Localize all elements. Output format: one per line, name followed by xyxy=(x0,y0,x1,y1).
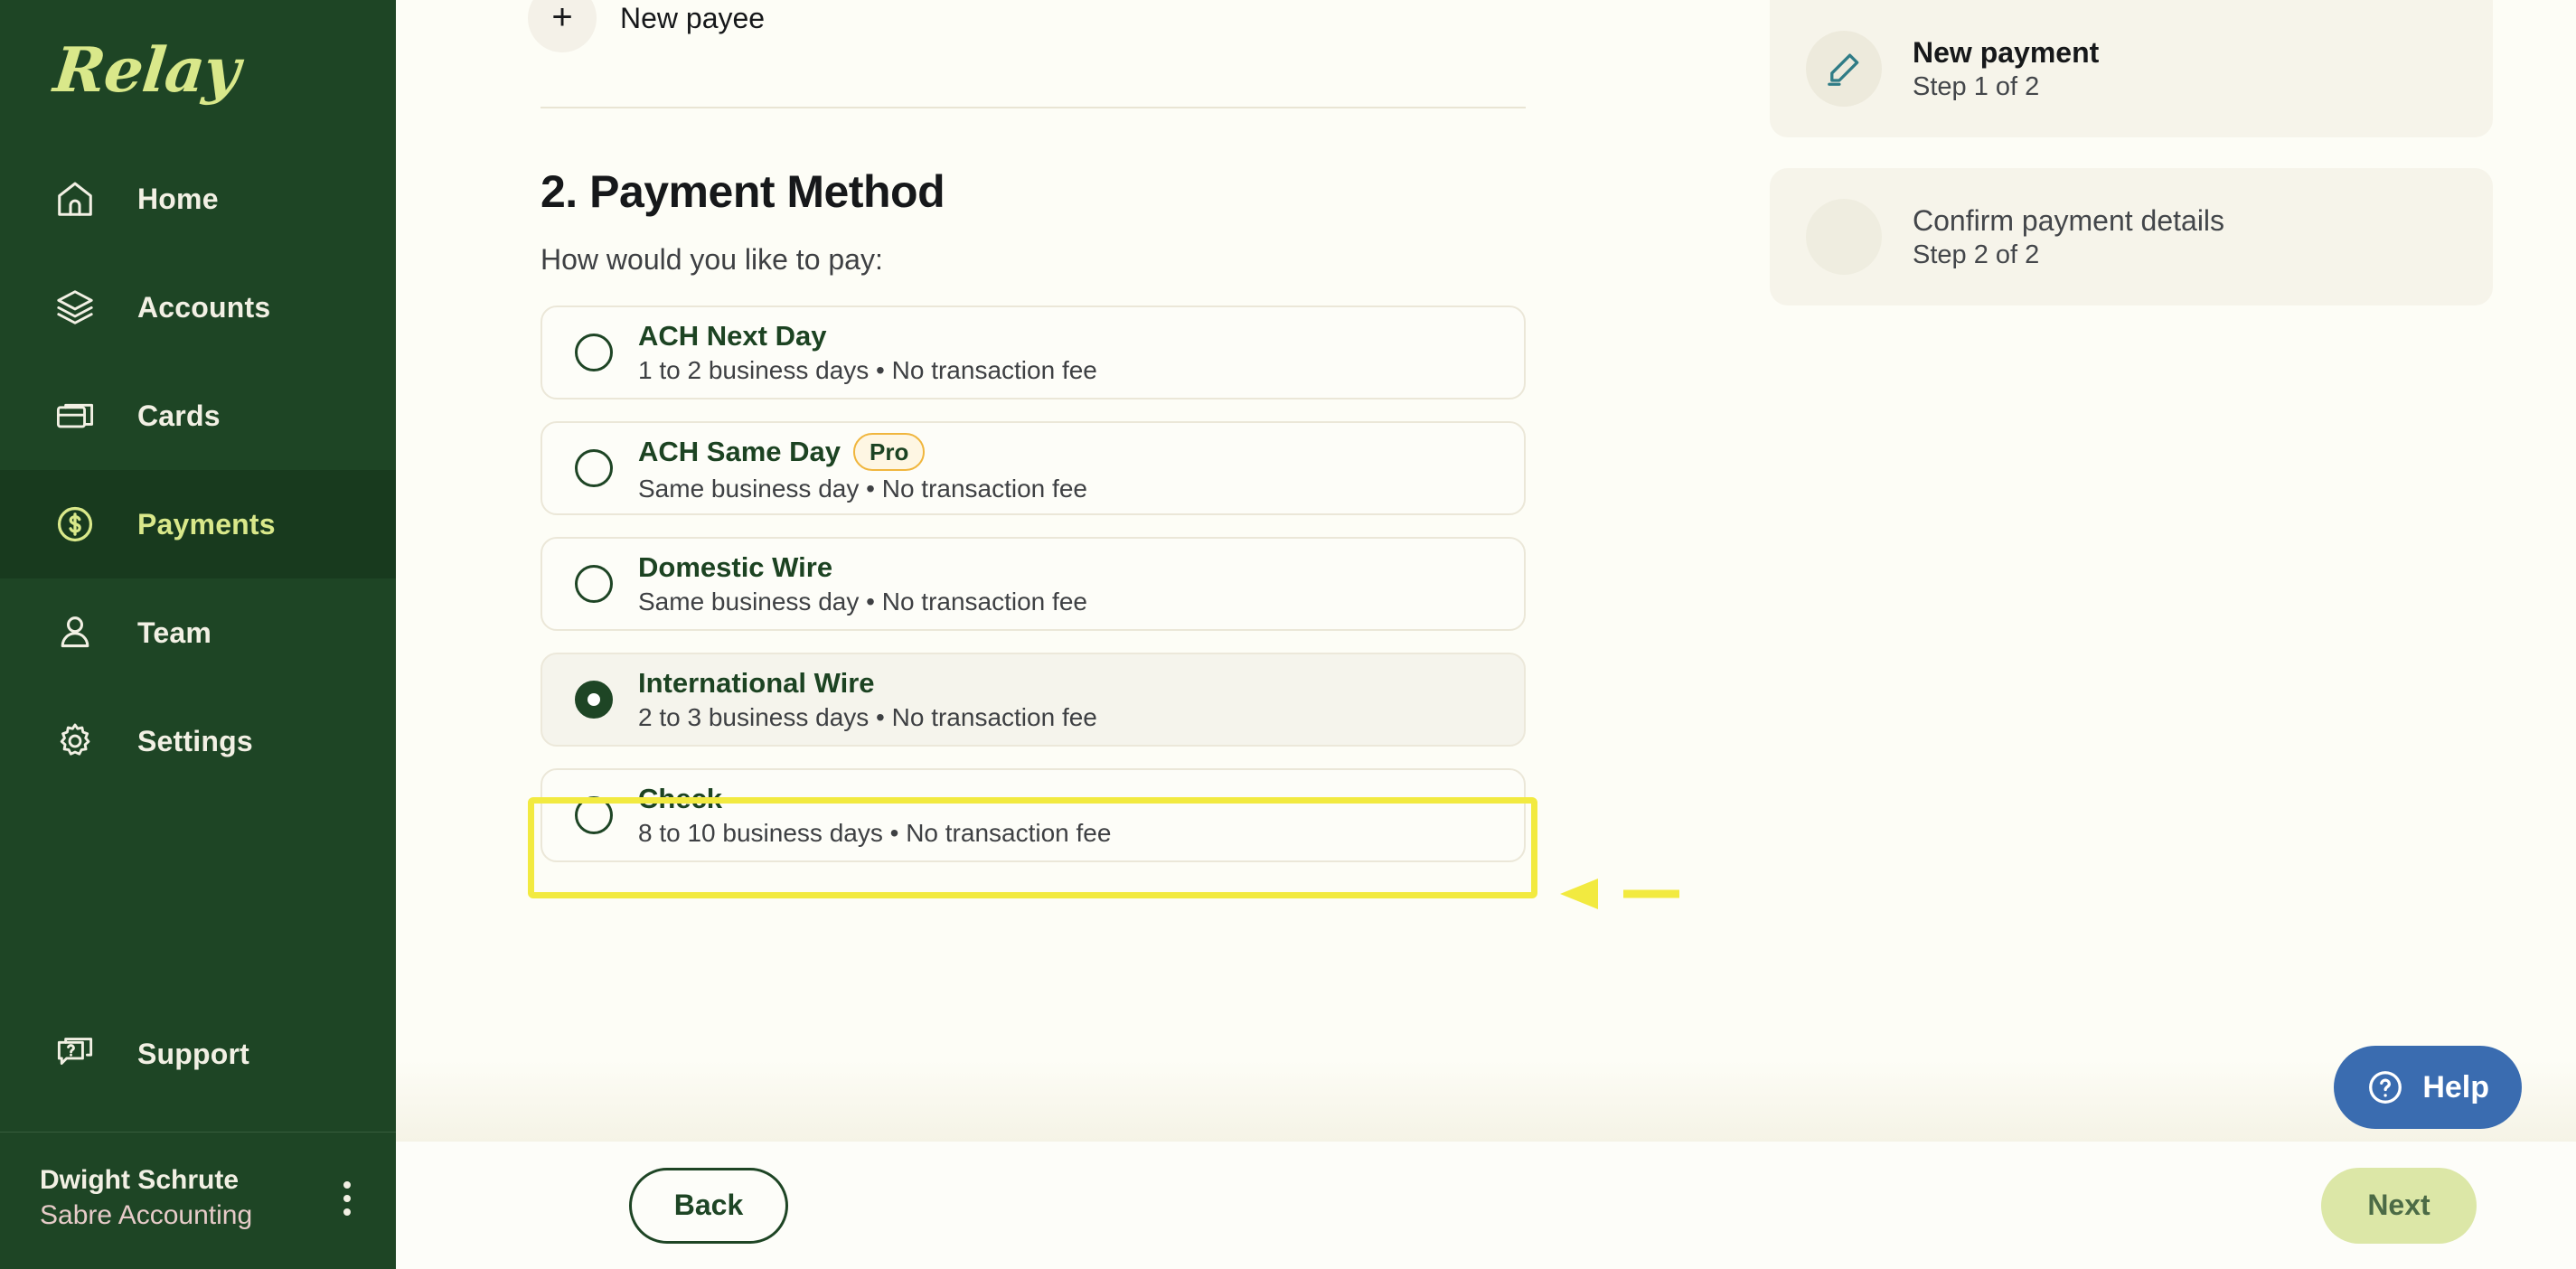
user-profile[interactable]: Dwight Schrute Sabre Accounting xyxy=(0,1133,396,1269)
payment-method-title-row: ACH Same Day Pro xyxy=(638,433,1087,471)
payment-method-subtitle: Same business day • No transaction fee xyxy=(638,475,1087,503)
payment-method-subtitle: Same business day • No transaction fee xyxy=(638,588,1087,616)
sidebar-item-accounts[interactable]: Accounts xyxy=(0,253,396,362)
sidebar-nav: Home Accounts Cards xyxy=(0,145,396,795)
sidebar-item-home[interactable]: Home xyxy=(0,145,396,253)
brand-logo-text: Relay xyxy=(51,40,241,101)
new-payee-button[interactable]: + New payee xyxy=(541,0,920,49)
sidebar-item-label: Payments xyxy=(137,508,276,541)
help-chat-icon xyxy=(54,1033,96,1075)
step-card-confirm-payment-details[interactable]: Confirm payment details Step 2 of 2 xyxy=(1770,168,2493,306)
sidebar-item-label: Settings xyxy=(137,725,253,758)
sidebar-item-label: Team xyxy=(137,616,212,650)
step-card-new-payment[interactable]: New payment Step 1 of 2 xyxy=(1770,0,2493,137)
payment-method-option-ach-next-day[interactable]: ACH Next Day 1 to 2 business days • No t… xyxy=(541,306,1526,400)
payment-method-option-check[interactable]: Check 8 to 10 business days • No transac… xyxy=(541,768,1526,862)
form-footer: Back Next xyxy=(396,1142,2576,1269)
radio-button[interactable] xyxy=(575,334,613,371)
payment-method-text: ACH Same Day Pro Same business day • No … xyxy=(638,433,1087,503)
payment-steps-rail: New payment Step 1 of 2 Confirm payment … xyxy=(1716,0,2493,1142)
sidebar-item-label: Support xyxy=(137,1038,249,1071)
next-button[interactable]: Next xyxy=(2321,1168,2477,1244)
payment-method-option-international-wire[interactable]: International Wire 2 to 3 business days … xyxy=(541,653,1526,747)
step-title: Confirm payment details xyxy=(1913,204,2224,238)
pencil-icon xyxy=(1806,31,1882,107)
help-button[interactable]: Help xyxy=(2334,1046,2522,1129)
section-subtitle: How would you like to pay: xyxy=(541,243,1716,277)
payment-method-option-ach-same-day[interactable]: ACH Same Day Pro Same business day • No … xyxy=(541,421,1526,515)
payment-method-text: Check 8 to 10 business days • No transac… xyxy=(638,783,1111,848)
user-organization: Sabre Accounting xyxy=(40,1198,313,1233)
dollar-circle-icon xyxy=(54,503,96,545)
radio-button[interactable] xyxy=(575,681,613,719)
payment-form-column: + New payee 2. Payment Method How would … xyxy=(396,0,1716,1142)
payment-method-title: Domestic Wire xyxy=(638,551,832,584)
person-icon xyxy=(54,612,96,653)
home-icon xyxy=(54,178,96,220)
payment-method-text: Domestic Wire Same business day • No tra… xyxy=(638,551,1087,616)
step-subtitle: Step 1 of 2 xyxy=(1913,72,2099,102)
step-title: New payment xyxy=(1913,36,2099,70)
help-button-label: Help xyxy=(2422,1070,2489,1105)
step-text: Confirm payment details Step 2 of 2 xyxy=(1913,204,2224,270)
sidebar-item-label: Home xyxy=(137,183,219,216)
sidebar-item-team[interactable]: Team xyxy=(0,578,396,687)
payment-method-subtitle: 2 to 3 business days • No transaction fe… xyxy=(638,703,1097,732)
payment-method-text: International Wire 2 to 3 business days … xyxy=(638,667,1097,732)
sidebar-item-label: Accounts xyxy=(137,291,270,324)
sidebar-item-settings[interactable]: Settings xyxy=(0,687,396,795)
sidebar-item-support[interactable]: Support xyxy=(0,1000,396,1108)
payment-method-title-row: Domestic Wire xyxy=(638,551,1087,584)
user-name: Dwight Schrute xyxy=(40,1163,313,1198)
pro-badge: Pro xyxy=(853,433,925,471)
payment-method-title-row: International Wire xyxy=(638,667,1097,700)
card-icon xyxy=(54,395,96,437)
sidebar-item-label: Cards xyxy=(137,400,221,433)
kebab-menu-icon[interactable] xyxy=(331,1172,363,1225)
page-title: 2. Payment Method xyxy=(541,165,1716,218)
payment-method-title: ACH Next Day xyxy=(638,320,826,352)
question-circle-icon xyxy=(2366,1068,2404,1106)
payment-method-title: International Wire xyxy=(638,667,875,700)
main-area: + New payee 2. Payment Method How would … xyxy=(396,0,2576,1269)
payment-method-option-domestic-wire[interactable]: Domestic Wire Same business day • No tra… xyxy=(541,537,1526,631)
back-button[interactable]: Back xyxy=(629,1168,788,1244)
step-subtitle: Step 2 of 2 xyxy=(1913,240,2224,270)
payment-method-subtitle: 8 to 10 business days • No transaction f… xyxy=(638,819,1111,848)
payment-method-title: Check xyxy=(638,783,722,815)
gear-icon xyxy=(54,720,96,762)
sidebar-spacer xyxy=(0,795,396,1000)
sidebar-item-payments[interactable]: Payments xyxy=(0,470,396,578)
plus-icon: + xyxy=(528,0,597,52)
user-names: Dwight Schrute Sabre Accounting xyxy=(40,1163,313,1233)
section-divider xyxy=(541,107,1526,108)
radio-button[interactable] xyxy=(575,796,613,834)
payment-method-subtitle: 1 to 2 business days • No transaction fe… xyxy=(638,356,1097,385)
sidebar: Relay Home Accounts xyxy=(0,0,396,1269)
radio-button[interactable] xyxy=(575,449,613,487)
payment-method-title-row: Check xyxy=(638,783,1111,815)
payment-method-text: ACH Next Day 1 to 2 business days • No t… xyxy=(638,320,1097,385)
sidebar-item-cards[interactable]: Cards xyxy=(0,362,396,470)
radio-button[interactable] xyxy=(575,565,613,603)
payment-method-list: ACH Next Day 1 to 2 business days • No t… xyxy=(541,306,1526,862)
new-payee-label: New payee xyxy=(620,2,765,35)
brand-logo[interactable]: Relay xyxy=(0,0,396,145)
step-text: New payment Step 1 of 2 xyxy=(1913,36,2099,102)
empty-circle-icon xyxy=(1806,199,1882,275)
payment-method-title-row: ACH Next Day xyxy=(638,320,1097,352)
layers-icon xyxy=(54,287,96,328)
content-scroll-region: + New payee 2. Payment Method How would … xyxy=(396,0,2576,1142)
payment-method-title: ACH Same Day xyxy=(638,436,841,468)
